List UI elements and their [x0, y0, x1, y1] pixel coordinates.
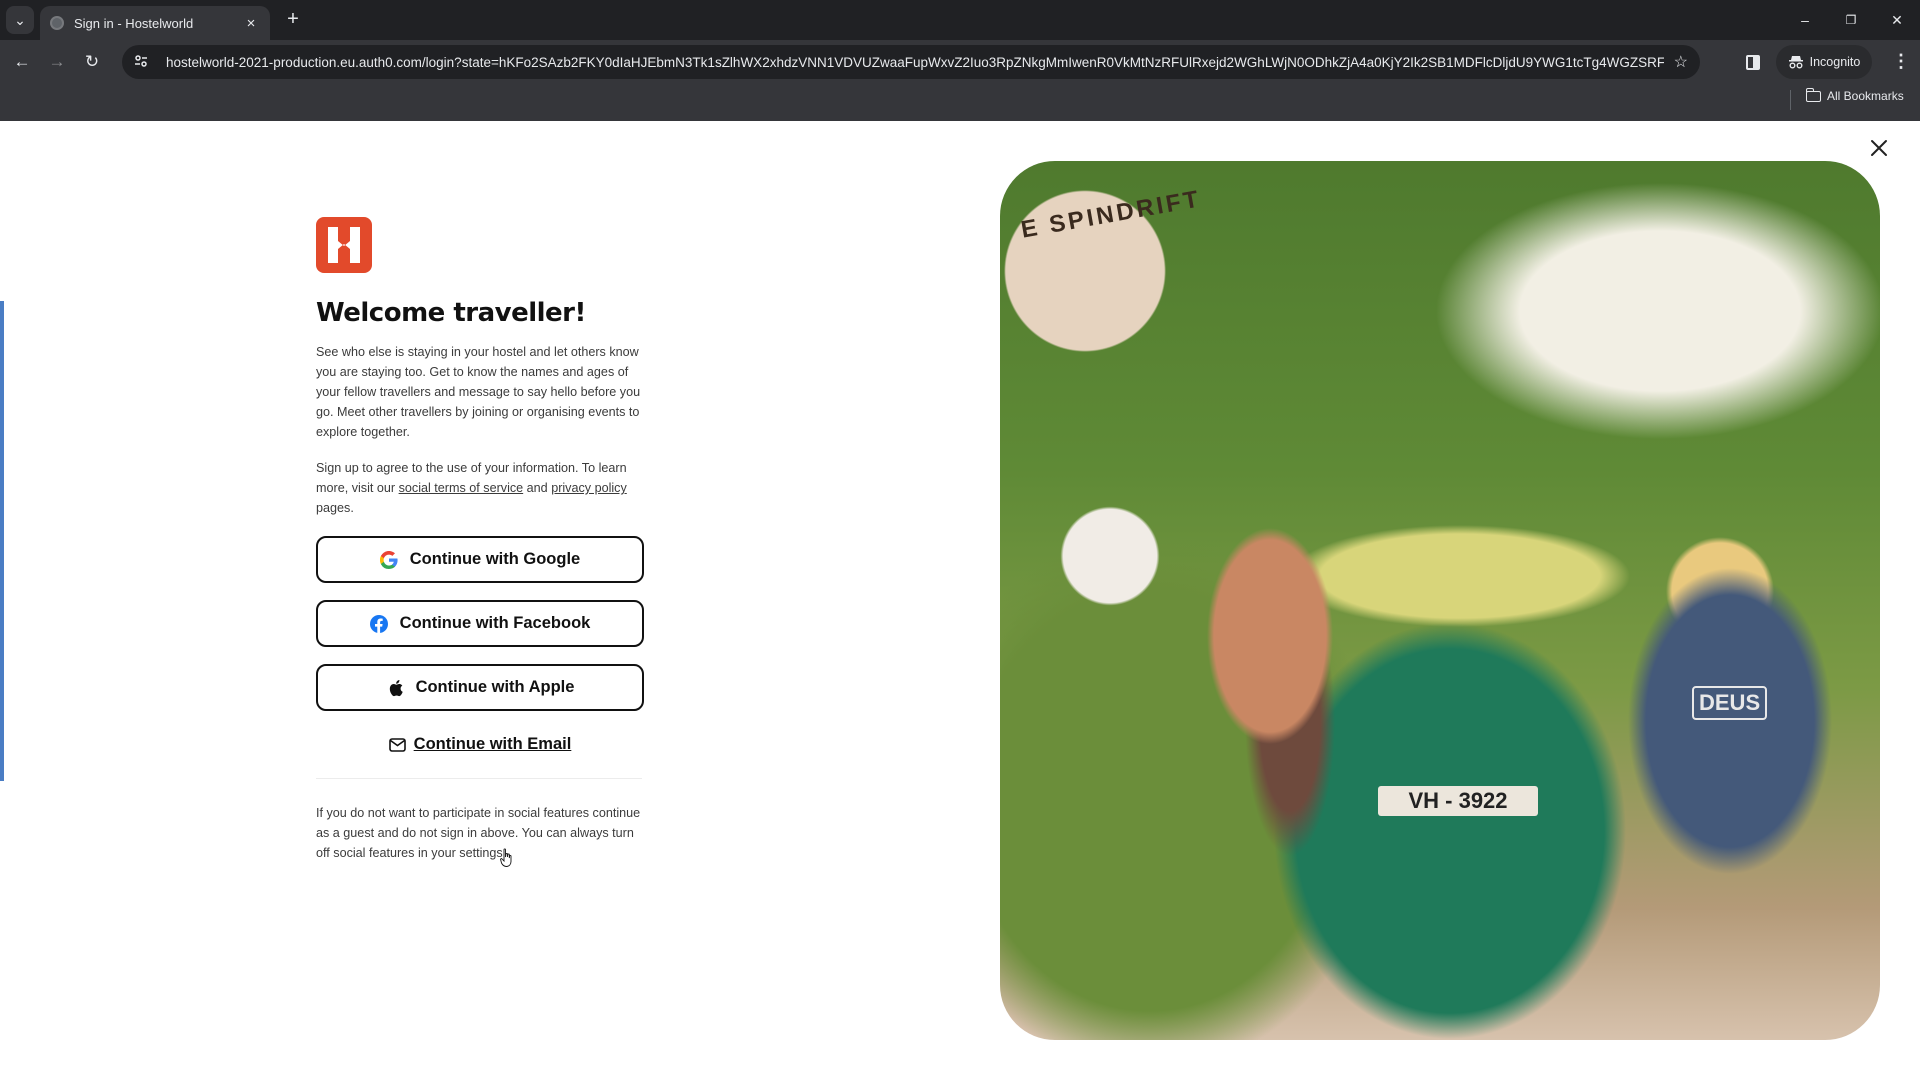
consent-text-after: pages. — [316, 501, 354, 515]
profile-label: Incognito — [1809, 55, 1861, 69]
new-tab-button[interactable]: + — [282, 9, 304, 31]
email-link-label: Continue with Email — [413, 735, 572, 753]
address-bar[interactable]: hostelworld-2021-production.eu.auth0.com… — [122, 45, 1700, 79]
tab-search-button[interactable]: ⌄ — [6, 6, 34, 34]
browser-tab-bar: ⌄ Sign in - Hostelworld × + – ❐ ✕ — [0, 0, 1920, 40]
back-button[interactable]: ← — [10, 50, 34, 74]
reload-button[interactable]: ↻ — [80, 50, 104, 74]
continue-with-email-link[interactable]: Continue with Email — [316, 735, 644, 754]
incognito-badge[interactable]: Incognito — [1776, 45, 1872, 79]
intro-text: See who else is staying in your hostel a… — [316, 345, 641, 439]
window-close-button[interactable]: ✕ — [1874, 8, 1920, 32]
restore-button[interactable]: ❐ — [1828, 8, 1874, 32]
continue-with-facebook-button[interactable]: Continue with Facebook — [316, 600, 644, 647]
google-icon — [379, 550, 398, 569]
google-button-label: Continue with Google — [409, 550, 581, 568]
apple-icon — [389, 679, 403, 696]
social-terms-link[interactable]: social terms of service — [399, 481, 524, 495]
hero-license-plate: VH - 3922 — [1378, 786, 1538, 816]
hero-image: E SPINDRIFT VH - 3922 DEUS — [1000, 161, 1880, 1040]
page-title: Welcome traveller! — [316, 298, 586, 328]
incognito-icon — [1788, 56, 1803, 69]
consent-text: Sign up to agree to the use of your info… — [316, 458, 644, 518]
login-modal: Welcome traveller! See who else is stayi… — [0, 121, 1920, 1080]
facebook-icon — [369, 614, 388, 633]
more-menu-icon[interactable]: ⋮ — [1892, 50, 1910, 74]
continue-with-google-button[interactable]: Continue with Google — [316, 536, 644, 583]
browser-toolbar: ← → ↻ hostelworld-2021-production.eu.aut… — [0, 40, 1920, 126]
login-panel: Welcome traveller! See who else is stayi… — [316, 217, 644, 863]
minimize-button[interactable]: – — [1782, 8, 1828, 32]
envelope-icon — [388, 737, 406, 752]
url-text[interactable]: hostelworld-2021-production.eu.auth0.com… — [166, 55, 1664, 70]
folder-icon — [1805, 87, 1821, 102]
left-accent-strip — [0, 301, 4, 781]
tab-title: Sign in - Hostelworld — [74, 15, 194, 31]
privacy-policy-link[interactable]: privacy policy — [551, 481, 627, 495]
chevron-down-icon: ⌄ — [14, 11, 26, 28]
all-bookmarks-label: All Bookmarks — [1827, 89, 1904, 103]
close-icon[interactable] — [1868, 137, 1890, 159]
tab-close-icon[interactable]: × — [242, 15, 260, 32]
star-icon[interactable]: ☆ — [1674, 52, 1688, 72]
hero-sign-text: E SPINDRIFT — [1018, 185, 1204, 244]
guest-note: If you do not want to participate in soc… — [316, 806, 641, 860]
side-panel-icon[interactable] — [1746, 55, 1760, 70]
section-divider — [316, 778, 642, 779]
browser-tab-active[interactable]: Sign in - Hostelworld × — [40, 6, 270, 40]
tune-icon[interactable] — [134, 54, 154, 71]
globe-icon — [50, 16, 64, 30]
continue-with-apple-button[interactable]: Continue with Apple — [316, 664, 644, 711]
consent-text-middle: and — [523, 481, 552, 495]
all-bookmarks-button[interactable]: All Bookmarks — [1805, 87, 1904, 103]
hero-shirt-text: DEUS — [1692, 686, 1768, 720]
forward-button[interactable]: → — [45, 50, 69, 74]
bookmarks-divider — [1790, 90, 1791, 110]
facebook-button-label: Continue with Facebook — [399, 614, 591, 632]
hostelworld-logo-icon — [316, 217, 372, 273]
apple-button-label: Continue with Apple — [415, 678, 575, 696]
